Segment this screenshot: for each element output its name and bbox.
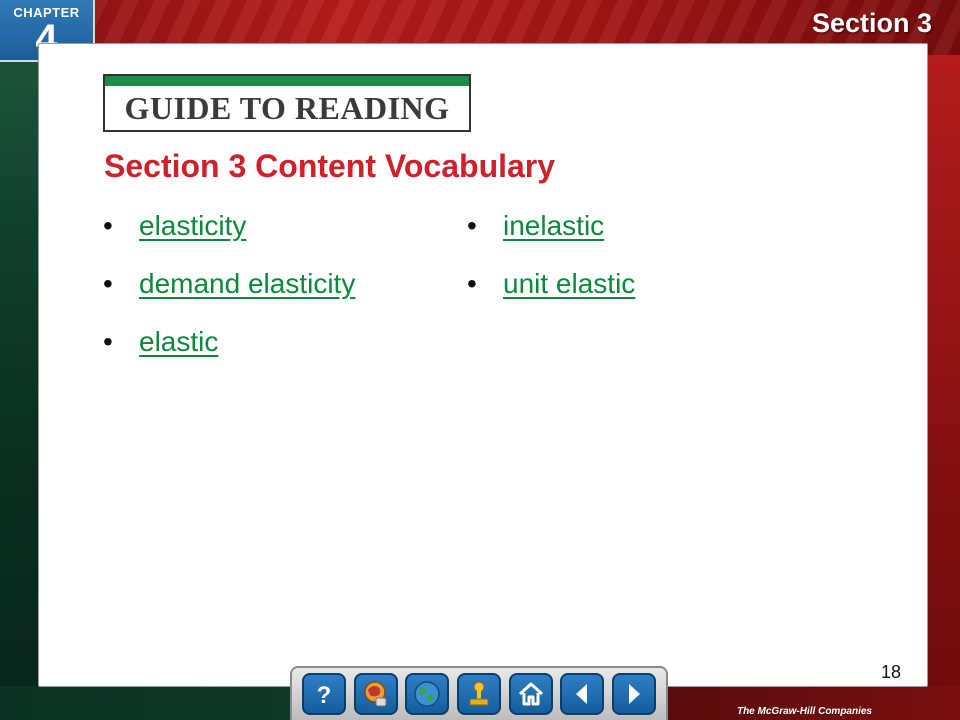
home-icon [518, 682, 543, 706]
home-button[interactable] [508, 673, 553, 715]
arrow-left-icon [576, 684, 588, 704]
earth-icon [414, 681, 440, 707]
content-panel: GUIDE TO READING Section 3 Content Vocab… [38, 43, 928, 687]
banner-title: GUIDE TO READING [124, 90, 450, 126]
section-title: Section 3 [811, 8, 932, 38]
previous-button[interactable] [560, 673, 605, 715]
page-number: 18 [880, 662, 901, 682]
list-item: • elasticity [103, 210, 355, 268]
globe-puzzle-icon [363, 681, 387, 707]
bullet: • [103, 268, 113, 299]
bullet: • [103, 210, 113, 241]
list-item: • elastic [103, 326, 355, 384]
bullet: • [467, 268, 477, 299]
vocab-link-elasticity[interactable]: elasticity [139, 210, 246, 242]
bullet: • [103, 326, 113, 357]
arrow-right-icon [629, 684, 641, 704]
stamp-icon [469, 681, 489, 706]
question-icon: ? [317, 682, 332, 709]
publisher-logo: The McGraw-Hill Companies [736, 706, 872, 717]
next-button[interactable] [612, 673, 657, 715]
navigation-bar: ? [290, 666, 668, 720]
list-item: • demand elasticity [103, 268, 355, 326]
list-item: • inelastic [467, 210, 635, 268]
vocab-link-inelastic[interactable]: inelastic [503, 210, 604, 242]
world-button[interactable] [405, 673, 450, 715]
vocab-list-right: • inelastic • unit elastic [467, 210, 635, 326]
vocab-link-demand-elasticity[interactable]: demand elasticity [139, 268, 355, 300]
list-item: • unit elastic [467, 268, 635, 326]
vocab-link-elastic[interactable]: elastic [139, 326, 218, 358]
bullet: • [467, 210, 477, 241]
vocab-list-left: • elasticity • demand elasticity • elast… [103, 210, 355, 384]
quiz-button[interactable] [456, 673, 501, 715]
guide-to-reading-banner: GUIDE TO READING [103, 74, 471, 132]
help-button[interactable]: ? [301, 673, 346, 715]
vocab-link-unit-elastic[interactable]: unit elastic [503, 268, 635, 300]
resources-button[interactable] [353, 673, 398, 715]
page-title: Section 3 Content Vocabulary [104, 148, 556, 184]
svg-text:?: ? [317, 682, 332, 709]
banner-strip [105, 76, 469, 86]
